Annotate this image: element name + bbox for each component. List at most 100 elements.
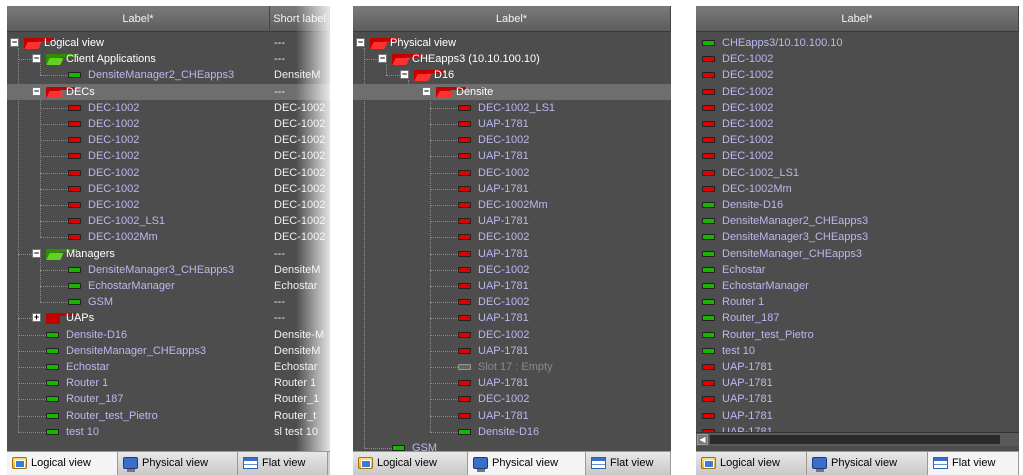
tree-item[interactable]: Router 1 bbox=[696, 294, 1019, 310]
tab-logical-view[interactable]: Logical view bbox=[7, 452, 118, 475]
tree-folder-item[interactable]: − Physical view bbox=[353, 35, 671, 51]
tree-item[interactable]: Router_187 Router_1 bbox=[7, 391, 330, 407]
tree-item[interactable]: test 10 bbox=[696, 343, 1019, 359]
tree-item[interactable]: UAP-1781 bbox=[353, 375, 671, 391]
tree-item[interactable]: DEC-1002Mm bbox=[353, 197, 671, 213]
tree-item[interactable]: DensiteManager2_CHEapps3 DensiteM bbox=[7, 67, 330, 83]
tree-item[interactable]: Densite-D16 bbox=[353, 424, 671, 440]
tree-item[interactable]: DEC-1002 bbox=[353, 327, 671, 343]
collapse-icon[interactable]: − bbox=[10, 38, 19, 47]
label-column-header[interactable]: Label* bbox=[696, 6, 1019, 32]
expand-icon[interactable]: + bbox=[32, 313, 41, 323]
tree-item[interactable]: Router 1 Router 1 bbox=[7, 375, 330, 391]
tree-item[interactable]: DEC-1002 bbox=[696, 148, 1019, 164]
tree-item[interactable]: test 10 sl test 10 bbox=[7, 424, 330, 440]
tree-item[interactable]: UAP-1781 bbox=[696, 375, 1019, 391]
tree-item[interactable]: DEC-1002 DEC-1002 bbox=[7, 148, 330, 164]
tab-logical-view[interactable]: Logical view bbox=[353, 452, 468, 475]
scroll-thumb[interactable] bbox=[710, 435, 1000, 444]
short-label-column-header[interactable]: Short label bbox=[270, 6, 330, 32]
label-column-header[interactable]: Label* bbox=[7, 6, 270, 32]
tree-item[interactable]: UAP-1781 bbox=[353, 181, 671, 197]
tree-item[interactable]: UAP-1781 bbox=[353, 310, 671, 326]
tree-item[interactable]: UAP-1781 bbox=[353, 278, 671, 294]
tree-item[interactable]: DEC-1002_LS1 bbox=[696, 165, 1019, 181]
tree-item[interactable]: Echostar bbox=[696, 262, 1019, 278]
label-column-header[interactable]: Label* bbox=[353, 6, 671, 32]
tree-item[interactable]: DEC-1002 DEC-1002 bbox=[7, 197, 330, 213]
tree-item[interactable]: DEC-1002 bbox=[353, 132, 671, 148]
tab-logical-view[interactable]: Logical view bbox=[696, 452, 807, 475]
tree-item[interactable]: DEC-1002 bbox=[353, 294, 671, 310]
collapse-icon[interactable]: − bbox=[32, 248, 41, 258]
horizontal-scrollbar[interactable]: ◀ bbox=[696, 432, 1019, 446]
tree-item[interactable]: DEC-1002 bbox=[353, 262, 671, 278]
collapse-icon[interactable]: − bbox=[378, 54, 387, 64]
tree-item[interactable]: DEC-1002 bbox=[696, 84, 1019, 100]
tree-item[interactable]: UAP-1781 bbox=[353, 213, 671, 229]
tree-item[interactable]: Router_test_Pietro Router_t bbox=[7, 408, 330, 424]
tab-flat-view[interactable]: Flat view bbox=[928, 452, 1019, 475]
tree-item[interactable]: DEC-1002 bbox=[696, 116, 1019, 132]
tree-item[interactable]: GSM --- bbox=[7, 294, 330, 310]
tree-item[interactable]: Echostar Echostar bbox=[7, 359, 330, 375]
tree-item[interactable]: UAP-1781 bbox=[353, 408, 671, 424]
tree-folder-item[interactable]: + UAPs --- bbox=[7, 310, 330, 326]
tree-item[interactable]: EchostarManager Echostar bbox=[7, 278, 330, 294]
tree-item[interactable]: CHEapps3/10.10.100.10 bbox=[696, 35, 1019, 51]
tree-folder-item[interactable]: − Client Applications --- bbox=[7, 51, 330, 67]
tree-item[interactable]: DEC-1002Mm DEC-1002 bbox=[7, 229, 330, 245]
collapse-icon[interactable]: − bbox=[422, 86, 431, 96]
tree-item[interactable]: DensiteManager3_CHEapps3 bbox=[696, 229, 1019, 245]
collapse-icon[interactable]: − bbox=[400, 70, 409, 80]
tree-item[interactable]: DEC-1002 DEC-1002 bbox=[7, 100, 330, 116]
tree-item[interactable]: DensiteManager_CHEapps3 DensiteM bbox=[7, 343, 330, 359]
collapse-icon[interactable]: − bbox=[32, 54, 41, 64]
tree-folder-item[interactable]: − Managers --- bbox=[7, 246, 330, 262]
tree-folder-item[interactable]: − D16 bbox=[353, 67, 671, 83]
tab-physical-view[interactable]: Physical view bbox=[468, 452, 586, 475]
tree-item[interactable]: DEC-1002 bbox=[696, 67, 1019, 83]
tree-item[interactable]: DEC-1002 DEC-1002 bbox=[7, 181, 330, 197]
tree-item[interactable]: UAP-1781 bbox=[353, 148, 671, 164]
tree-item[interactable]: DEC-1002 bbox=[696, 51, 1019, 67]
tree-item[interactable]: DEC-1002Mm bbox=[696, 181, 1019, 197]
tree-item[interactable]: DEC-1002 DEC-1002 bbox=[7, 116, 330, 132]
tab-flat-view[interactable]: Flat view bbox=[586, 452, 671, 475]
tab-flat-view[interactable]: Flat view bbox=[238, 452, 328, 475]
collapse-icon[interactable]: − bbox=[356, 38, 365, 47]
item-label: Router_187 bbox=[722, 312, 780, 325]
tree-item[interactable]: DEC-1002_LS1 bbox=[353, 100, 671, 116]
tree-item[interactable]: DEC-1002 bbox=[353, 391, 671, 407]
tree-item[interactable]: Router_187 bbox=[696, 310, 1019, 326]
tab-physical-view[interactable]: Physical view bbox=[118, 452, 238, 475]
tree-item[interactable]: Router_test_Pietro bbox=[696, 327, 1019, 343]
tree-item[interactable]: DensiteManager2_CHEapps3 bbox=[696, 213, 1019, 229]
tree-item[interactable]: Densite-D16 Densite-M bbox=[7, 327, 330, 343]
tree-item[interactable]: UAP-1781 bbox=[353, 343, 671, 359]
tree-item[interactable]: DEC-1002 DEC-1002 bbox=[7, 165, 330, 181]
tree-item[interactable]: DensiteManager_CHEapps3 bbox=[696, 246, 1019, 262]
tree-item[interactable]: DEC-1002 bbox=[353, 229, 671, 245]
tree-item[interactable]: UAP-1781 bbox=[353, 116, 671, 132]
tree-item[interactable]: EchostarManager bbox=[696, 278, 1019, 294]
tree-folder-item[interactable]: − CHEapps3 (10.10.100.10) bbox=[353, 51, 671, 67]
tab-physical-view[interactable]: Physical view bbox=[807, 452, 928, 475]
tree-item[interactable]: DEC-1002_LS1 DEC-1002 bbox=[7, 213, 330, 229]
tree-item[interactable]: UAP-1781 bbox=[696, 359, 1019, 375]
tree-folder-item[interactable]: − Densite bbox=[353, 83, 671, 100]
tree-item[interactable]: UAP-1781 bbox=[696, 391, 1019, 407]
tree-item[interactable]: DEC-1002 bbox=[696, 100, 1019, 116]
tree-folder-item[interactable]: − Logical view --- bbox=[7, 35, 330, 51]
tree-item[interactable]: DEC-1002 bbox=[696, 132, 1019, 148]
collapse-icon[interactable]: − bbox=[32, 86, 41, 96]
tree-item[interactable]: DEC-1002 bbox=[353, 165, 671, 181]
tree-item[interactable]: DensiteManager3_CHEapps3 DensiteM bbox=[7, 262, 330, 278]
tree-item[interactable]: UAP-1781 bbox=[696, 408, 1019, 424]
scroll-left-icon[interactable]: ◀ bbox=[697, 434, 708, 445]
tree-item[interactable]: DEC-1002 DEC-1002 bbox=[7, 132, 330, 148]
tree-item[interactable]: UAP-1781 bbox=[353, 246, 671, 262]
tree-item[interactable]: Slot 17 : Empty bbox=[353, 359, 671, 375]
tree-item[interactable]: Densite-D16 bbox=[696, 197, 1019, 213]
tree-folder-item[interactable]: − DECs --- bbox=[7, 83, 330, 100]
